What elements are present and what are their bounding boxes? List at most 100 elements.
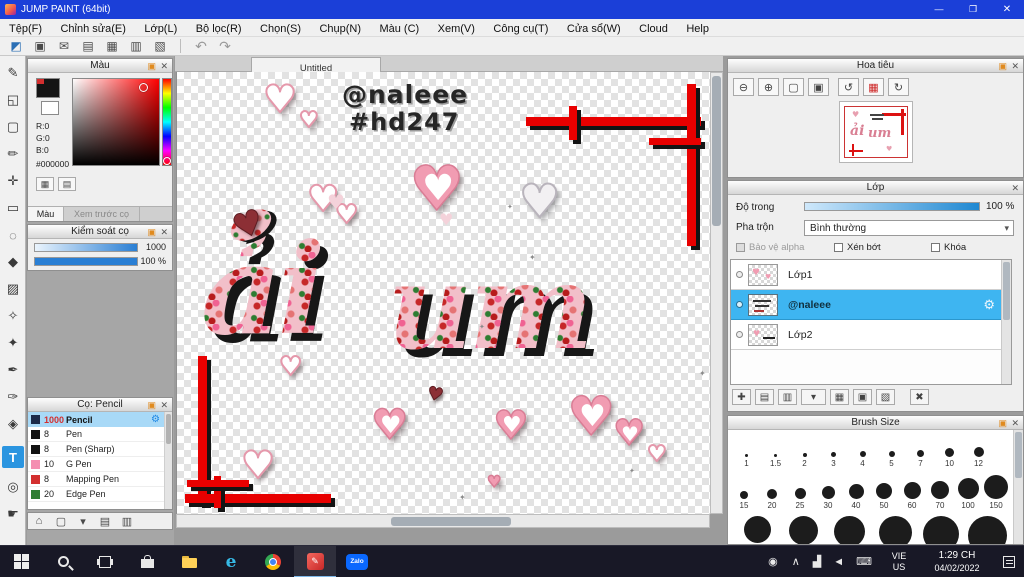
zoom-in-button[interactable]: ⊕: [758, 78, 779, 96]
pen-tool[interactable]: ✎: [2, 62, 24, 84]
stamp-tool[interactable]: ◈: [2, 413, 24, 435]
brush-size-option[interactable]: 40: [842, 470, 870, 510]
brush-size-option[interactable]: [734, 516, 780, 543]
dock-icon[interactable]: ▣: [147, 60, 156, 72]
navigator-thumbnail[interactable]: ♥ ♥ ải um: [839, 101, 913, 163]
brush-size-option[interactable]: 1: [732, 432, 761, 468]
select-icon[interactable]: ◩: [8, 38, 24, 54]
shape-tool[interactable]: ▢: [2, 116, 24, 138]
pen-nib-tool[interactable]: ✒: [2, 359, 24, 381]
actual-size-button[interactable]: ▣: [808, 78, 829, 96]
canvas-vscrollbar[interactable]: [710, 72, 723, 514]
brush-row[interactable]: 20 Edge Pen: [28, 487, 164, 502]
brush-size-option[interactable]: 2: [790, 432, 819, 468]
brush-size-option[interactable]: 15: [730, 470, 758, 510]
scrollbar-thumb[interactable]: [1015, 432, 1022, 478]
jump-paint-button[interactable]: ✎: [294, 545, 336, 577]
brush-size-option[interactable]: 3: [819, 432, 848, 468]
brush-size-option[interactable]: [780, 516, 826, 544]
edge-button[interactable]: e: [210, 546, 252, 577]
merge-layer-button[interactable]: ▣: [853, 389, 872, 405]
people-icon[interactable]: ◉: [768, 555, 778, 568]
brush-size-scrollbar[interactable]: [1013, 430, 1023, 544]
layer-row[interactable]: ♥ ♥ Lớp1: [731, 260, 1001, 290]
text-tool[interactable]: T: [2, 446, 24, 468]
close-icon[interactable]: ✕: [160, 399, 168, 411]
brush-size-option[interactable]: 10: [935, 432, 964, 468]
export-icon[interactable]: ▣: [32, 38, 48, 54]
gradient-tool[interactable]: ▨: [2, 278, 24, 300]
brush-row[interactable]: 8 Pen: [28, 427, 164, 442]
clock[interactable]: 1:29 CH 04/02/2022: [924, 550, 990, 574]
cells-icon[interactable]: ▧: [152, 38, 168, 54]
undo-icon[interactable]: ↶: [193, 38, 209, 54]
menu-cong-cu[interactable]: Công cụ(T): [486, 20, 555, 38]
menu-xem[interactable]: Xem(V): [431, 20, 482, 38]
add-layer-button[interactable]: ✚: [732, 389, 751, 405]
chrome-button[interactable]: [252, 546, 294, 577]
eyedropper-tool[interactable]: ✑: [2, 386, 24, 408]
brush-row[interactable]: 10 G Pen: [28, 457, 164, 472]
brush-size-slider[interactable]: [34, 243, 138, 252]
new-page-layer-button[interactable]: ▤: [755, 389, 774, 405]
brush-size-option[interactable]: [964, 516, 1010, 544]
zoom-tool[interactable]: ◎: [2, 476, 24, 498]
menu-chup[interactable]: Chụp(N): [312, 20, 368, 38]
brush-size-option[interactable]: 25: [786, 470, 814, 510]
brush-row-selected[interactable]: 1000 Pencil ⚙: [28, 412, 164, 427]
palette-add-button[interactable]: ▤: [58, 177, 76, 191]
zoom-out-button[interactable]: ⊖: [733, 78, 754, 96]
layer-visibility-toggle[interactable]: [736, 271, 743, 278]
scrollbar-thumb[interactable]: [1003, 262, 1010, 320]
menu-tep[interactable]: Tệp(F): [2, 20, 49, 38]
close-icon[interactable]: ✕: [160, 226, 168, 238]
scrollbar-thumb[interactable]: [712, 76, 721, 226]
language-indicator[interactable]: VIE US: [882, 551, 916, 573]
clip-checkbox[interactable]: [834, 243, 843, 252]
canvas-viewport[interactable]: @naleee #hd247 ải ải um um ♥ ♥ ♥ ♥ ♥ ♥ ♥…: [176, 72, 710, 514]
menu-mau[interactable]: Màu (C): [372, 20, 426, 38]
comment-icon[interactable]: ✉: [56, 38, 72, 54]
brush-size-option[interactable]: 1.5: [761, 432, 790, 468]
grid-icon[interactable]: ▦: [104, 38, 120, 54]
alpha-checkbox[interactable]: [736, 243, 745, 252]
marquee-tool[interactable]: ▭: [2, 197, 24, 219]
brush-size-option[interactable]: 30: [814, 470, 842, 510]
brush-size-option[interactable]: [826, 516, 872, 544]
close-icon[interactable]: ✕: [1011, 417, 1019, 429]
brush-list-scrollbar[interactable]: [164, 412, 172, 509]
tab-color[interactable]: Màu: [28, 207, 64, 221]
restore-button[interactable]: ❐: [956, 0, 990, 19]
lasso-tool[interactable]: ◌: [2, 224, 24, 246]
store-button[interactable]: [126, 546, 168, 577]
layer-settings-button[interactable]: ▧: [876, 389, 895, 405]
page-menu-button[interactable]: ▾: [75, 513, 91, 529]
background-swatch[interactable]: [41, 101, 59, 115]
layer-row-selected[interactable]: @naleee ⚙: [731, 290, 1001, 320]
menu-lop[interactable]: Lớp(L): [137, 20, 184, 38]
pencil-tool[interactable]: ✏: [2, 143, 24, 165]
paste-icon[interactable]: ▤: [80, 38, 96, 54]
sv-cursor[interactable]: [139, 83, 148, 92]
folder-layer-button[interactable]: ▦: [830, 389, 849, 405]
move-tool[interactable]: ✛: [2, 170, 24, 192]
brush-size-option[interactable]: 70: [926, 470, 954, 510]
lock-checkbox[interactable]: [931, 243, 940, 252]
layer-menu-button[interactable]: ▾: [801, 389, 826, 405]
brush-size-option[interactable]: [872, 516, 918, 544]
rotate-right-button[interactable]: ↻: [888, 78, 909, 96]
table-icon[interactable]: ▥: [128, 38, 144, 54]
hue-cursor[interactable]: [163, 157, 171, 165]
folder-button[interactable]: ▥: [119, 513, 135, 529]
start-button[interactable]: [0, 546, 42, 577]
hue-bar[interactable]: [162, 78, 172, 166]
fill-tool[interactable]: ◆: [2, 251, 24, 273]
keyboard-icon[interactable]: ⌨: [856, 555, 872, 568]
dock-icon[interactable]: ▣: [147, 399, 156, 411]
duplicate-layer-button[interactable]: ▥: [778, 389, 797, 405]
home-button[interactable]: ⌂: [31, 513, 47, 529]
close-icon[interactable]: ✕: [1011, 182, 1019, 194]
search-button[interactable]: [42, 546, 84, 577]
zalo-button[interactable]: Zalo: [336, 546, 378, 577]
tab-brush-preview[interactable]: Xem trước cọ: [64, 207, 140, 221]
